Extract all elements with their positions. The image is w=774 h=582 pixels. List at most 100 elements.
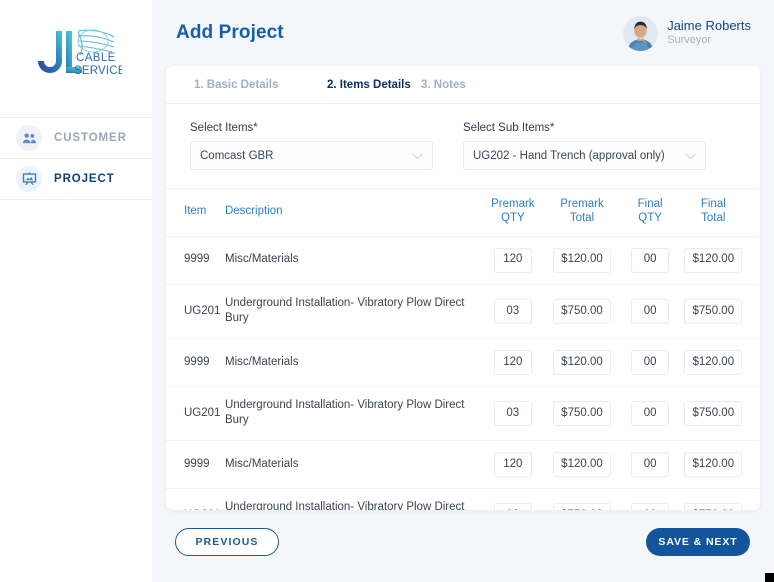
- select-sub-items-group: Select Sub Items* UG202 - Hand Trench (a…: [463, 122, 706, 170]
- items-table-body: 9999 Misc/Materials 120 $120.00 00 $120.…: [166, 236, 760, 510]
- cell-final-qty: 00: [620, 488, 681, 510]
- cell-description: Misc/Materials: [225, 440, 481, 488]
- select-items-group: Select Items* Comcast GBR: [190, 122, 433, 170]
- final-qty-input[interactable]: 00: [631, 248, 669, 273]
- premark-qty-input[interactable]: 120: [494, 248, 532, 273]
- col-header-premark-total-l2: Total: [570, 212, 594, 224]
- cell-final-qty: 00: [620, 236, 681, 284]
- premark-qty-input[interactable]: 120: [494, 452, 532, 477]
- wizard-card: 1. Basic Details 2. Items Details 3. Not…: [166, 66, 760, 510]
- people-group-glyph: [22, 131, 37, 146]
- cell-final-qty: 00: [620, 284, 681, 338]
- final-qty-input[interactable]: 00: [631, 503, 669, 510]
- app-root: CABLE SERVICES CUSTOMER: [0, 0, 774, 582]
- corner-marker: [765, 573, 774, 582]
- cell-final-total: $120.00: [681, 440, 760, 488]
- cell-item: 9999: [166, 338, 225, 386]
- final-total-input[interactable]: $750.00: [684, 299, 742, 324]
- table-row: 9999 Misc/Materials 120 $120.00 00 $120.…: [166, 440, 760, 488]
- cell-item: 9999: [166, 440, 225, 488]
- final-total-input[interactable]: $750.00: [684, 401, 742, 426]
- sidebar-item-customer[interactable]: CUSTOMER: [0, 117, 152, 159]
- cell-final-total: $750.00: [681, 284, 760, 338]
- premark-total-input[interactable]: $750.00: [553, 299, 611, 324]
- cell-description: Underground Installation- Vibratory Plow…: [225, 284, 481, 338]
- page-header: Add Project Jaime Roberts: [166, 0, 760, 66]
- cell-premark-total: $120.00: [544, 338, 619, 386]
- tab-items-details[interactable]: 2. Items Details: [327, 79, 421, 91]
- premark-qty-input[interactable]: 120: [494, 350, 532, 375]
- col-header-final-qty-l1: Final: [638, 198, 663, 210]
- premark-qty-input[interactable]: 03: [494, 503, 532, 510]
- premark-qty-input[interactable]: 03: [494, 299, 532, 324]
- final-total-input[interactable]: $120.00: [684, 350, 742, 375]
- sidebar-item-label-customer: CUSTOMER: [54, 132, 127, 144]
- select-sub-items-label: Select Sub Items*: [463, 122, 706, 134]
- jl-cable-services-logo-icon: CABLE SERVICES: [30, 25, 122, 91]
- cell-final-qty: 00: [620, 440, 681, 488]
- final-qty-input[interactable]: 00: [631, 401, 669, 426]
- col-header-premark-total-l1: Premark: [560, 198, 603, 210]
- sidebar-item-project[interactable]: PROJECT: [0, 158, 152, 200]
- final-total-input[interactable]: $750.00: [684, 503, 742, 510]
- save-and-next-button[interactable]: SAVE & NEXT: [646, 528, 750, 556]
- premark-total-input[interactable]: $120.00: [553, 350, 611, 375]
- chevron-down-icon: [685, 147, 696, 165]
- presentation-board-icon: [16, 166, 42, 192]
- premark-total-input[interactable]: $750.00: [553, 503, 611, 510]
- cell-final-total: $750.00: [681, 386, 760, 440]
- cell-description: Underground Installation- Vibratory Plow…: [225, 488, 481, 510]
- col-header-final-qty: Final QTY: [620, 189, 681, 237]
- premark-total-input[interactable]: $120.00: [553, 452, 611, 477]
- final-qty-input[interactable]: 00: [631, 299, 669, 324]
- cell-item: UG201: [166, 284, 225, 338]
- table-row: UG201 Underground Installation- Vibrator…: [166, 488, 760, 510]
- tab-basic-details[interactable]: 1. Basic Details: [194, 79, 327, 91]
- premark-qty-input[interactable]: 03: [494, 401, 532, 426]
- select-items-dropdown[interactable]: Comcast GBR: [190, 141, 433, 170]
- logo-text-cable: CABLE: [76, 52, 116, 64]
- cell-premark-total: $750.00: [544, 386, 619, 440]
- select-items-label: Select Items*: [190, 122, 433, 134]
- col-header-final-total-l2: Total: [701, 212, 725, 224]
- cell-final-total: $120.00: [681, 236, 760, 284]
- premark-total-input[interactable]: $750.00: [553, 401, 611, 426]
- user-name: Jaime Roberts: [667, 18, 751, 34]
- col-header-premark-qty-l2: QTY: [501, 212, 525, 224]
- col-header-final-total: Final Total: [681, 189, 760, 237]
- col-header-final-qty-l2: QTY: [638, 212, 662, 224]
- cell-item: 9999: [166, 236, 225, 284]
- sidebar: CABLE SERVICES CUSTOMER: [0, 0, 152, 582]
- presentation-board-glyph: [22, 172, 37, 187]
- final-total-input[interactable]: $120.00: [684, 452, 742, 477]
- cell-item: UG201: [166, 386, 225, 440]
- brand-logo[interactable]: CABLE SERVICES: [0, 0, 152, 110]
- cell-premark-total: $120.00: [544, 440, 619, 488]
- user-profile[interactable]: Jaime Roberts Surveyor: [623, 16, 751, 51]
- select-sub-items-value: UG202 - Hand Trench (approval only): [473, 150, 665, 162]
- final-total-input[interactable]: $120.00: [684, 248, 742, 273]
- tab-notes[interactable]: 3. Notes: [421, 79, 466, 91]
- main-content: Add Project Jaime Roberts: [152, 0, 774, 582]
- select-sub-items-dropdown[interactable]: UG202 - Hand Trench (approval only): [463, 141, 706, 170]
- table-row: UG201 Underground Installation- Vibrator…: [166, 284, 760, 338]
- final-qty-input[interactable]: 00: [631, 452, 669, 477]
- cell-premark-qty: 03: [481, 284, 544, 338]
- col-header-final-total-l1: Final: [701, 198, 726, 210]
- user-text-block: Jaime Roberts Surveyor: [667, 18, 751, 48]
- user-role: Surveyor: [667, 34, 751, 48]
- final-qty-input[interactable]: 00: [631, 350, 669, 375]
- cell-description: Underground Installation- Vibratory Plow…: [225, 386, 481, 440]
- cell-description: Misc/Materials: [225, 236, 481, 284]
- col-header-item-l1: Item: [184, 205, 206, 217]
- table-row: 9999 Misc/Materials 120 $120.00 00 $120.…: [166, 338, 760, 386]
- cell-premark-total: $120.00: [544, 236, 619, 284]
- sidebar-item-label-project: PROJECT: [54, 173, 115, 185]
- premark-total-input[interactable]: $120.00: [553, 248, 611, 273]
- col-header-description: Description: [225, 189, 481, 237]
- table-header-row: Item Description Premark QTY Premark Tot…: [166, 189, 760, 237]
- cell-item: UG201: [166, 488, 225, 510]
- cell-final-qty: 00: [620, 338, 681, 386]
- previous-button[interactable]: PREVIOUS: [175, 528, 279, 556]
- logo-text-services: SERVICES: [74, 65, 122, 77]
